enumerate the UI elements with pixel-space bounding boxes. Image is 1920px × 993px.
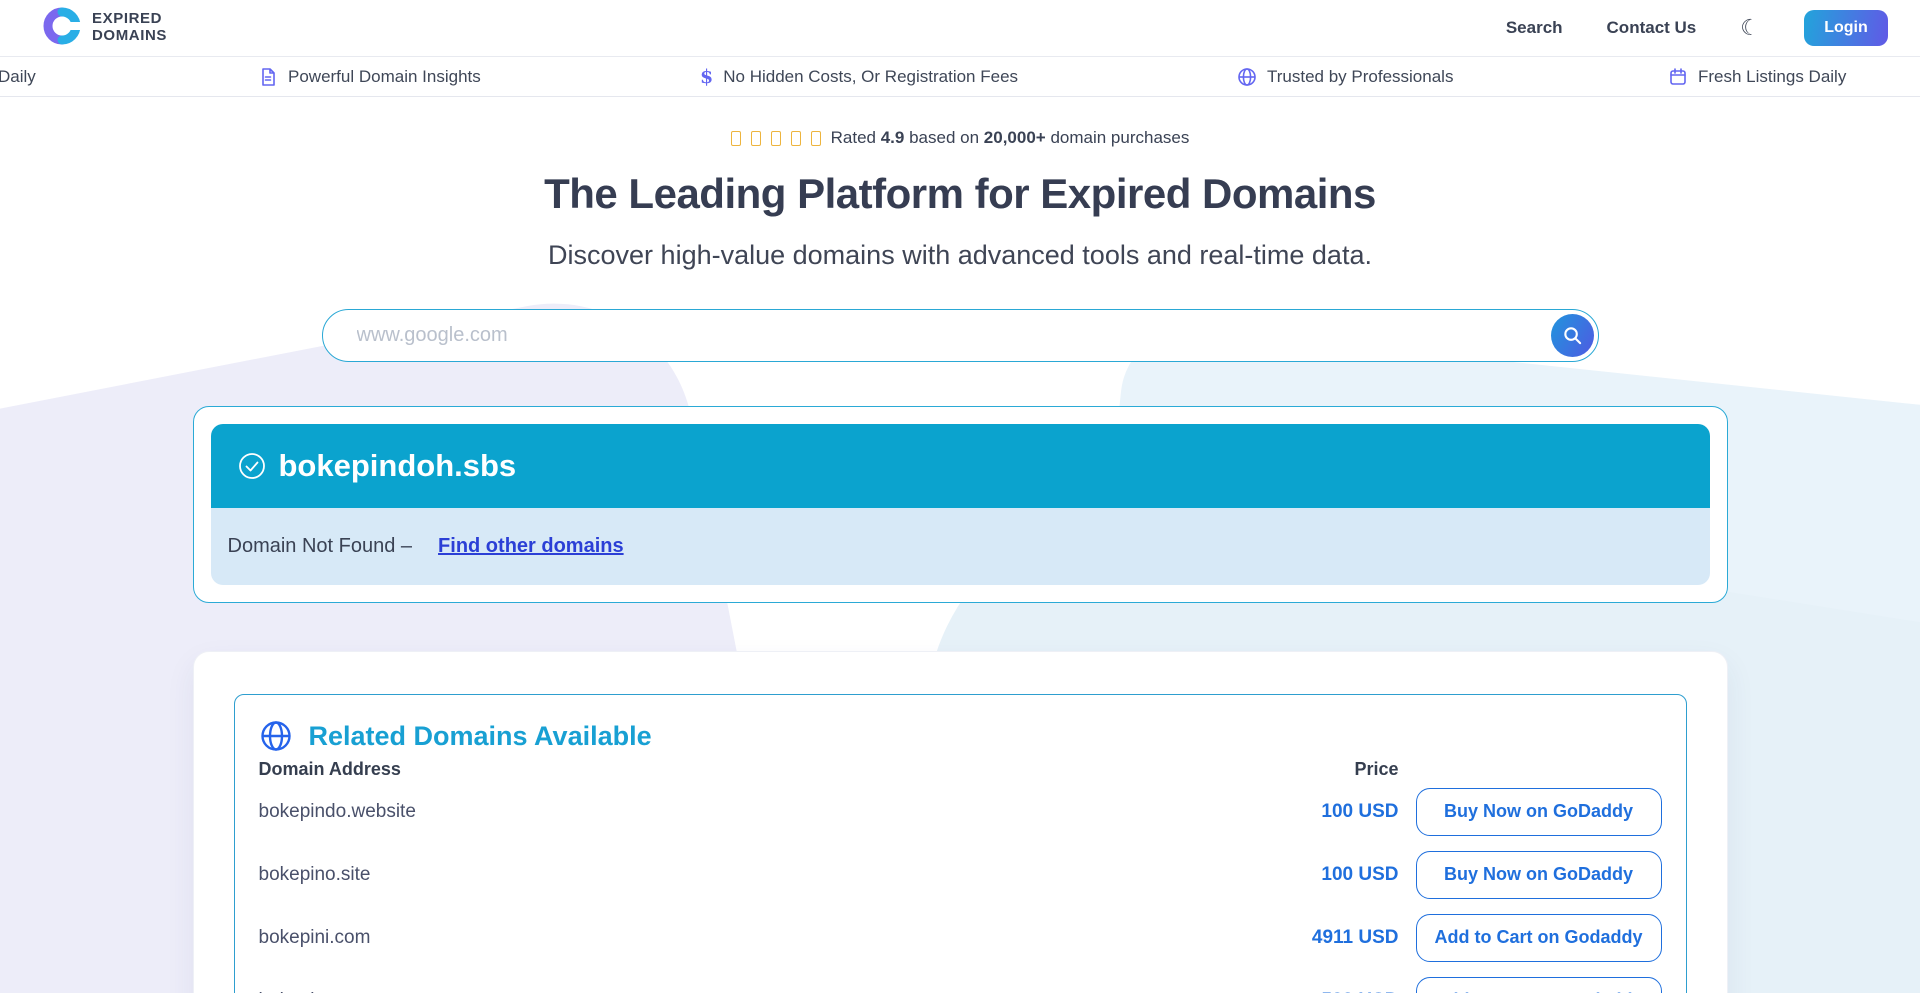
add-to-cart-button[interactable]: Add to Cart on Godaddy [1416, 977, 1662, 993]
related-domains-card: Related Domains Available Domain Address… [193, 651, 1728, 993]
ticker-item-costs: $ No Hidden Costs, Or Registration Fees [700, 57, 1018, 96]
price-cell: 100 USD [1269, 801, 1399, 823]
brand-logo[interactable]: EXPIRED DOMAINS [43, 7, 167, 50]
domain-status-panel: Domain Not Found – Find other domains [211, 508, 1710, 585]
globe-icon [259, 719, 293, 753]
document-icon [258, 67, 278, 87]
related-domains-panel: Related Domains Available Domain Address… [234, 694, 1687, 993]
rating-row: Rated 4.9 based on 20,000+ domain purcha… [0, 128, 1920, 148]
nav-contact-link[interactable]: Contact Us [1607, 18, 1697, 38]
domain-cell: bokepindo.website [259, 801, 1269, 823]
buy-now-button[interactable]: Buy Now on GoDaddy [1416, 788, 1662, 836]
find-other-domains-link[interactable]: Find other domains [438, 535, 624, 558]
table-row: bokepino.site 100 USD Buy Now on GoDaddy [259, 843, 1662, 906]
domain-cell: bokepin.tv [259, 990, 1269, 993]
header: EXPIRED DOMAINS Search Contact Us ☾ Logi… [0, 0, 1920, 57]
domain-search [322, 309, 1599, 362]
page: EXPIRED DOMAINS Search Contact Us ☾ Logi… [0, 0, 1920, 993]
dark-mode-moon-icon[interactable]: ☾ [1740, 17, 1760, 39]
brand-name: EXPIRED DOMAINS [92, 11, 167, 45]
table-row: bokepindo.website 100 USD Buy Now on GoD… [259, 780, 1662, 843]
page-subtitle: Discover high-value domains with advance… [0, 240, 1920, 271]
star-icon [751, 131, 761, 146]
ticker-item-fresh: Fresh Listings Daily [1668, 57, 1846, 96]
star-icon [771, 131, 781, 146]
table-row: bokepini.com 4911 USD Add to Cart on God… [259, 906, 1662, 969]
search-icon [1562, 325, 1583, 346]
domain-result-card: bokepindoh.sbs Domain Not Found – Find o… [193, 406, 1728, 603]
domain-search-input[interactable] [322, 309, 1599, 362]
domain-cell: bokepini.com [259, 927, 1269, 949]
check-circle-icon [238, 452, 266, 480]
star-icon [791, 131, 801, 146]
search-submit-button[interactable] [1551, 314, 1594, 357]
calendar-icon [1668, 67, 1688, 87]
column-header-domain: Domain Address [259, 759, 1269, 780]
hero-section: Rated 4.9 based on 20,000+ domain purcha… [0, 128, 1920, 362]
price-cell: 100 USD [1269, 864, 1399, 886]
table-header-row: Domain Address Price [259, 759, 1662, 780]
dollar-icon: $ [700, 66, 713, 88]
star-icon [811, 131, 821, 146]
brand-mark-icon [43, 7, 81, 50]
buy-now-button[interactable]: Buy Now on GoDaddy [1416, 851, 1662, 899]
globe-icon [1237, 67, 1257, 87]
nav-search-link[interactable]: Search [1506, 18, 1563, 38]
related-domains-title: Related Domains Available [309, 721, 652, 752]
column-header-price: Price [1269, 759, 1399, 780]
searched-domain-name: bokepindoh.sbs [279, 448, 517, 484]
domain-status-text: Domain Not Found – [228, 535, 413, 558]
ticker-item-partial: Daily [0, 57, 36, 96]
table-row: bokepin.tv 588 USD Add to Cart on Godadd… [259, 969, 1662, 993]
price-cell: 4911 USD [1269, 927, 1399, 949]
login-button[interactable]: Login [1804, 10, 1888, 46]
header-nav: Search Contact Us ☾ Login [1506, 10, 1888, 46]
ticker-item-trusted: Trusted by Professionals [1237, 57, 1453, 96]
rating-text: Rated 4.9 based on 20,000+ domain purcha… [831, 128, 1190, 148]
ticker-bar: Daily Powerful Domain Insights $ No Hidd… [0, 57, 1920, 97]
price-cell: 588 USD [1269, 990, 1399, 993]
domain-result-header: bokepindoh.sbs [211, 424, 1710, 508]
page-title: The Leading Platform for Expired Domains [0, 170, 1920, 218]
star-icon [731, 131, 741, 146]
ticker-item-insights: Powerful Domain Insights [258, 57, 481, 96]
related-title-row: Related Domains Available [259, 719, 1662, 753]
add-to-cart-button[interactable]: Add to Cart on Godaddy [1416, 914, 1662, 962]
domain-cell: bokepino.site [259, 864, 1269, 886]
